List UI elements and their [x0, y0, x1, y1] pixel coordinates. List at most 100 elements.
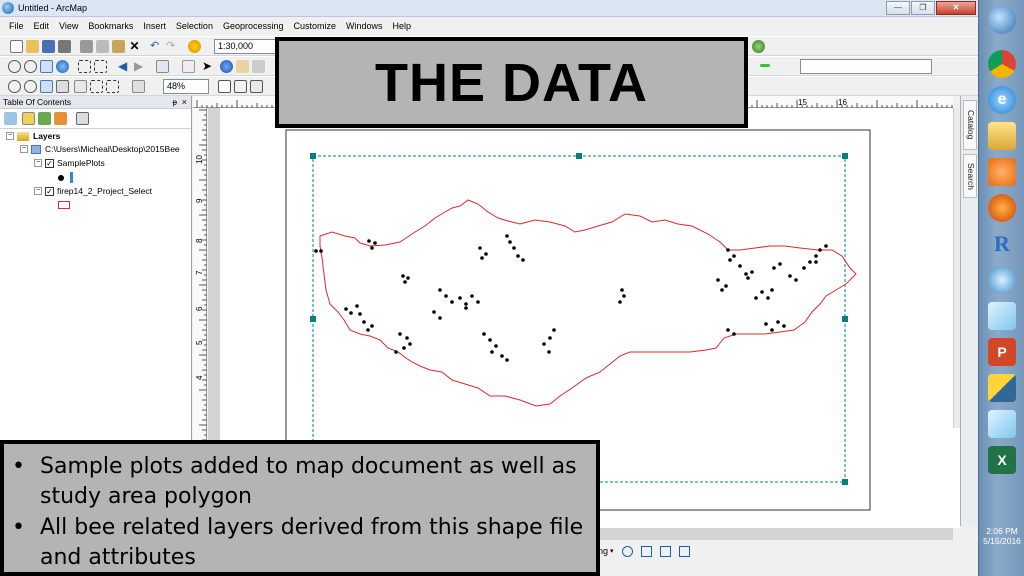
selection-handle[interactable]: [576, 153, 582, 159]
map-scale-dropdown[interactable]: 1:30,000: [214, 39, 276, 54]
menu-geoprocessing[interactable]: Geoprocessing: [218, 17, 289, 35]
sample-plot-point[interactable]: [552, 328, 556, 332]
r-icon[interactable]: R: [988, 230, 1016, 258]
zoom-100-icon[interactable]: [74, 80, 87, 93]
sample-plot-point[interactable]: [464, 302, 468, 306]
sample-plot-point[interactable]: [794, 278, 798, 282]
find-icon[interactable]: [236, 60, 249, 73]
toc-options-icon[interactable]: [76, 112, 89, 125]
sample-plot-point[interactable]: [770, 328, 774, 332]
sample-plot-point[interactable]: [362, 320, 366, 324]
sample-plot-point[interactable]: [788, 274, 792, 278]
close-button[interactable]: ✕: [936, 1, 976, 15]
sample-plot-point[interactable]: [402, 346, 406, 350]
sample-plot-point[interactable]: [505, 234, 509, 238]
fixed-zoom-out-icon[interactable]: [94, 60, 107, 73]
zoom-whole-page-icon[interactable]: [56, 80, 69, 93]
sample-plot-point[interactable]: [824, 244, 828, 248]
paste-icon[interactable]: [112, 40, 125, 53]
sample-plot-point[interactable]: [488, 338, 492, 342]
sample-plot-point[interactable]: [808, 260, 812, 264]
layer-visibility-checkbox[interactable]: ✓: [45, 186, 54, 196]
new-document-icon[interactable]: [10, 40, 23, 53]
sample-plot-point[interactable]: [764, 322, 768, 326]
sample-plot-point[interactable]: [732, 254, 736, 258]
sample-plot-point[interactable]: [720, 288, 724, 292]
maximize-button[interactable]: ❐: [911, 1, 935, 15]
add-data-icon[interactable]: [188, 40, 201, 53]
sample-plot-point[interactable]: [620, 288, 624, 292]
list-by-visibility-icon[interactable]: [38, 112, 51, 125]
select-elements-icon[interactable]: ➤: [202, 60, 215, 73]
zoom-in-icon[interactable]: [8, 60, 21, 73]
firefox-icon[interactable]: [988, 194, 1016, 222]
powerpoint-icon[interactable]: P: [988, 338, 1016, 366]
menu-insert[interactable]: Insert: [138, 17, 171, 35]
vertical-scrollbar[interactable]: [953, 108, 960, 428]
sample-plot-point[interactable]: [814, 254, 818, 258]
sample-plot-point[interactable]: [766, 296, 770, 300]
search-globe-icon[interactable]: [988, 266, 1016, 294]
sample-plot-point[interactable]: [618, 300, 622, 304]
collapse-icon[interactable]: −: [6, 132, 14, 140]
delete-icon[interactable]: ✕: [128, 40, 141, 53]
layer-row-sampleplots[interactable]: − ✓ SamplePlots: [34, 158, 105, 168]
sample-plot-point[interactable]: [547, 350, 551, 354]
arcmap-taskbar-icon[interactable]: [988, 6, 1016, 34]
clock-date[interactable]: 5/15/2016: [981, 536, 1023, 546]
sample-plot-point[interactable]: [398, 332, 402, 336]
data-source-row[interactable]: − C:\Users\Micheal\Desktop\2015Bee: [20, 144, 180, 154]
measure-icon[interactable]: [252, 60, 265, 73]
polygon-symbol-icon[interactable]: [58, 201, 70, 209]
sample-plot-point[interactable]: [505, 358, 509, 362]
excel-icon[interactable]: X: [988, 446, 1016, 474]
layout-zoom-dropdown[interactable]: 48%: [163, 79, 209, 94]
sample-plot-point[interactable]: [403, 280, 407, 284]
grid-tool-icon[interactable]: [659, 545, 671, 557]
sample-plot-point[interactable]: [542, 342, 546, 346]
minimize-button[interactable]: —: [886, 1, 910, 15]
sample-plot-point[interactable]: [478, 246, 482, 250]
sample-plot-point[interactable]: [370, 246, 374, 250]
toggle-draft-icon[interactable]: [218, 80, 231, 93]
study-area-polygon[interactable]: [319, 199, 857, 407]
zoom-out-icon[interactable]: [24, 60, 37, 73]
sample-plot-point[interactable]: [458, 296, 462, 300]
sample-plot-point[interactable]: [548, 336, 552, 340]
sample-plot-point[interactable]: [802, 266, 806, 270]
sample-plot-point[interactable]: [349, 311, 353, 315]
select-features-icon[interactable]: [156, 60, 169, 73]
sample-plot-point[interactable]: [358, 312, 362, 316]
sample-plot-point[interactable]: [438, 316, 442, 320]
pin-icon[interactable]: ᵽ: [173, 96, 177, 109]
sample-plot-point[interactable]: [482, 332, 486, 336]
sample-plot-point[interactable]: [814, 260, 818, 264]
dropdown-arrow-icon[interactable]: ▾: [610, 547, 614, 555]
sample-plot-point[interactable]: [470, 294, 474, 298]
sample-plot-point[interactable]: [521, 258, 525, 262]
data-frame-selection[interactable]: [312, 155, 846, 483]
save-icon[interactable]: [42, 40, 55, 53]
collapse-icon[interactable]: −: [20, 145, 28, 153]
list-by-selection-icon[interactable]: [54, 112, 67, 125]
sample-plot-point[interactable]: [508, 240, 512, 244]
full-extent-icon[interactable]: [56, 60, 69, 73]
redo-icon[interactable]: ↷: [166, 40, 179, 53]
sample-plot-point[interactable]: [728, 258, 732, 262]
selection-handle[interactable]: [842, 316, 848, 322]
undo-icon[interactable]: ↶: [150, 40, 163, 53]
sample-plot-point[interactable]: [500, 354, 504, 358]
sample-plot-point[interactable]: [754, 296, 758, 300]
tray-icons[interactable]: [981, 512, 1023, 526]
sample-plot-point[interactable]: [373, 241, 377, 245]
sample-plot-point[interactable]: [344, 307, 348, 311]
sample-plot-point[interactable]: [750, 270, 754, 274]
file-explorer-icon[interactable]: [988, 122, 1016, 150]
menu-bookmarks[interactable]: Bookmarks: [83, 17, 138, 35]
sample-plot-point[interactable]: [484, 252, 488, 256]
menu-selection[interactable]: Selection: [171, 17, 218, 35]
sample-plot-point[interactable]: [782, 324, 786, 328]
rectangle-tool-icon[interactable]: [640, 545, 652, 557]
sample-plot-point[interactable]: [776, 320, 780, 324]
selection-handle[interactable]: [310, 316, 316, 322]
